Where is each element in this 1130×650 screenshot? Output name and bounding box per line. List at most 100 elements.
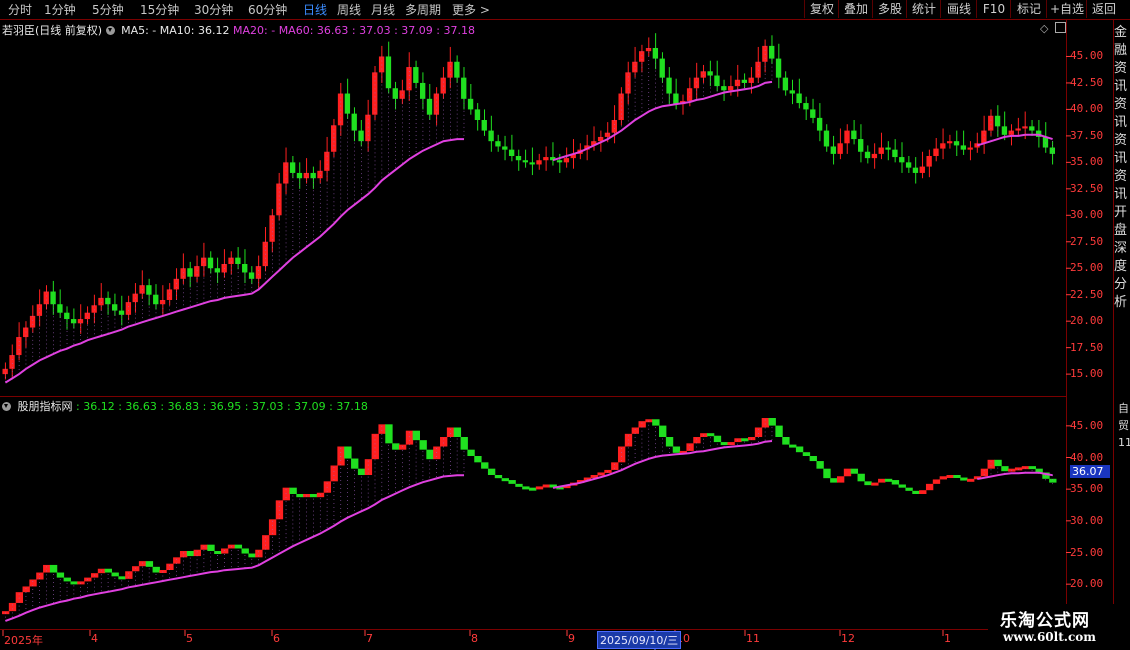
candle-body [358,130,364,142]
candle-body [296,172,303,179]
dropdown-circle-icon[interactable] [105,26,115,35]
watermark-url: www.60lt.com [1003,630,1096,644]
candle-body [536,160,542,165]
candle-body [652,48,659,59]
indicator-step [878,478,886,483]
indicator-tick-label: 45.00 [1070,418,1104,432]
indicator-step [494,475,503,479]
price-tick-label: 42.50 [1070,75,1104,89]
price-tick-label: 35.00 [1070,155,1104,169]
candle-body [392,88,398,99]
indicator-step [946,475,954,478]
indicator-step [138,561,147,567]
indicator-step [638,421,646,428]
indicator-step [221,548,229,554]
price-tick-label: 22.50 [1070,287,1104,301]
candle-body [112,304,118,311]
candle-body [611,120,617,133]
price-tick-label: 40.00 [1070,102,1104,116]
candle-body [29,315,36,328]
window-toggle-icon[interactable] [1055,22,1066,33]
candle-body [269,215,275,242]
indicator-step [782,437,790,445]
price-tick-label: 30.00 [1070,208,1104,222]
candle-body [796,93,802,104]
candle-body [810,109,816,118]
candle-body [926,156,932,167]
price-tick-label: 15.00 [1070,367,1104,381]
candle-body [9,355,15,369]
candle-body [933,148,939,156]
indicator-step [481,462,489,469]
indicator-step [309,494,318,498]
price-tick-label: 20.00 [1070,314,1104,328]
candle-body [899,157,905,163]
candle-body [419,82,426,99]
indicator-step [830,478,838,483]
indicator-step [460,437,468,450]
candle-body [686,88,693,101]
candle-body [187,268,193,277]
indicator-step [741,438,749,442]
indicator-dropdown-icon[interactable] [2,402,11,411]
indicator-step [241,548,249,554]
side-info-panel-lower[interactable]: 自贸1111 [1118,400,1130,600]
indicator-step [501,478,509,482]
candle-body [474,109,481,120]
candle-body [769,45,775,59]
candle-body [146,285,152,295]
indicator-title[interactable]: 股朋指标网 [18,400,73,413]
candle-body [43,291,49,305]
indicator-step [850,468,859,474]
candle-body [919,166,925,173]
ma5-legend: MA5: - [121,24,157,37]
candle-body [406,67,412,91]
candle-body [741,79,748,83]
stock-title[interactable]: 若羽臣(日线 前复权) [2,24,102,37]
indicator-step [775,425,783,437]
candle-body [289,162,296,173]
candle-body [858,139,864,152]
indicator-step [816,461,824,469]
indicator-step [891,480,900,485]
indicator-step [166,563,174,570]
ma60-legend: MA60: 36.63 : 37.03 : 37.09 : 37.18 [278,24,475,37]
candle-body [344,93,351,114]
month-label: 1 [944,632,951,645]
diamond-icon[interactable]: ◇ [1040,22,1048,35]
side-info-panel[interactable]: 金融资讯资讯资讯资讯开盘深度分析 [1114,24,1130,394]
indicator-step [296,494,304,498]
candle-body [755,61,761,78]
candle-body [782,77,789,91]
candle-body [1001,126,1008,135]
indicator-legend: 股朋指标网 : 36.12 : 36.63 : 36.83 : 36.95 : … [2,398,368,414]
ma10-legend: MA10: 36.12 [159,24,230,37]
candle-body [981,130,987,144]
candle-body [426,98,433,115]
indicator-step [987,459,995,469]
candle-body [105,297,111,305]
candle-body [666,77,672,94]
candle-body [317,170,323,179]
indicator-step [693,437,701,444]
price-tick-label: 32.50 [1070,181,1104,195]
indicator-step [871,482,879,486]
candle-body [871,153,878,159]
candle-body [91,305,97,313]
indicator-ma-line [5,440,1053,622]
candle-body [994,115,1001,127]
candle-body [625,72,631,94]
ma-long-line [4,80,1053,384]
indicator-step [925,483,934,491]
indicator-step [186,551,195,557]
chart-canvas[interactable] [0,0,1130,650]
candle-body [447,61,453,78]
indicator-step [631,427,640,434]
indicator-step [392,443,400,450]
candle-body [721,86,727,91]
candle-body [481,120,487,131]
indicator-step [111,572,119,577]
indicator-step [789,444,797,448]
candle-body [851,130,857,140]
indicator-step [795,446,804,453]
